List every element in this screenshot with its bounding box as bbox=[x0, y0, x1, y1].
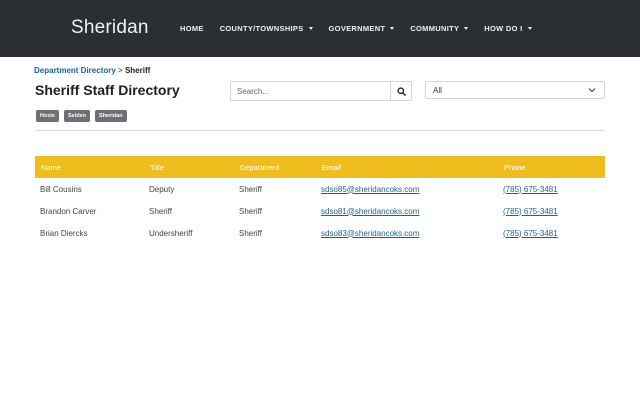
caret-down-icon bbox=[390, 27, 395, 30]
table-row: Brian Diercks Undersheriff Sheriff sdso8… bbox=[35, 222, 605, 244]
nav-item-label: COMMUNITY bbox=[410, 24, 460, 33]
staff-title: Deputy bbox=[149, 184, 175, 194]
staff-department: Sheriff bbox=[239, 184, 262, 194]
nav-item-how-do-i[interactable]: HOW DO I bbox=[484, 24, 532, 33]
column-header-name[interactable]: Name bbox=[35, 156, 144, 178]
search-icon bbox=[396, 86, 406, 96]
filter-select[interactable]: All bbox=[425, 81, 605, 99]
staff-email-link[interactable]: sdso85@sheridancoks.com bbox=[321, 185, 419, 194]
staff-department: Sheriff bbox=[239, 206, 262, 216]
staff-name: Bill Cousins bbox=[40, 184, 82, 194]
nav-item-label: GOVERNMENT bbox=[328, 24, 386, 33]
staff-department: Sheriff bbox=[239, 228, 262, 238]
search-button[interactable] bbox=[390, 82, 411, 100]
table-row: Brandon Carver Sheriff Sheriff sdso81@sh… bbox=[35, 200, 605, 222]
column-header-email[interactable]: Email bbox=[316, 156, 498, 178]
column-header-department[interactable]: Department bbox=[234, 156, 316, 178]
nav-item-label: COUNTY/TOWNSHIPS bbox=[219, 24, 304, 33]
site-header: Sheridan HOME COUNTY/TOWNSHIPS GOVERNMEN… bbox=[0, 0, 640, 57]
staff-title: Undersheriff bbox=[149, 228, 193, 238]
table-header-row: Name Title Department Email Phone bbox=[35, 156, 605, 178]
caret-down-icon bbox=[308, 27, 313, 30]
site-logo[interactable]: Sheridan bbox=[71, 17, 149, 39]
staff-title: Sheriff bbox=[149, 206, 172, 216]
staff-name: Brandon Carver bbox=[40, 206, 97, 216]
filter-select-value: All bbox=[433, 86, 442, 95]
search-input[interactable] bbox=[231, 82, 381, 100]
nav-item-label: HOME bbox=[180, 24, 204, 33]
staff-table: Name Title Department Email Phone Bill C… bbox=[35, 156, 605, 244]
breadcrumb-separator: > bbox=[118, 66, 123, 75]
nav-item-community[interactable]: COMMUNITY bbox=[410, 24, 469, 33]
page-title: Sheriff Staff Directory bbox=[35, 82, 180, 98]
staff-phone-link[interactable]: (785) 675-3481 bbox=[503, 185, 558, 194]
caret-down-icon bbox=[527, 27, 532, 30]
nav-item-government[interactable]: GOVERNMENT bbox=[329, 24, 395, 33]
tag-sheridan[interactable]: Sheridan bbox=[95, 110, 127, 122]
breadcrumb-link-department-directory[interactable]: Department Directory bbox=[34, 66, 116, 75]
nav-item-label: HOW DO I bbox=[484, 24, 523, 33]
caret-down-icon bbox=[464, 27, 469, 30]
column-header-phone[interactable]: Phone bbox=[498, 156, 605, 178]
staff-phone-link[interactable]: (785) 675-3481 bbox=[503, 207, 558, 216]
staff-email-link[interactable]: sdso81@sheridancoks.com bbox=[321, 207, 419, 216]
nav-item-home[interactable]: HOME bbox=[180, 24, 204, 33]
staff-email-link[interactable]: sdso83@sheridancoks.com bbox=[321, 229, 419, 238]
column-header-title[interactable]: Title bbox=[144, 156, 234, 178]
nav-item-county-townships[interactable]: COUNTY/TOWNSHIPS bbox=[220, 24, 313, 33]
location-tags: Hoxie Selden Sheridan bbox=[36, 110, 132, 122]
tag-hoxie[interactable]: Hoxie bbox=[36, 110, 59, 122]
search-box bbox=[230, 81, 412, 101]
breadcrumb-current: Sheriff bbox=[124, 66, 151, 75]
divider bbox=[35, 130, 605, 131]
tag-selden[interactable]: Selden bbox=[63, 110, 91, 122]
staff-name: Brian Diercks bbox=[40, 228, 88, 238]
breadcrumb: Department Directory > Sheriff bbox=[34, 66, 150, 75]
chevron-down-icon bbox=[588, 88, 596, 93]
table-row: Bill Cousins Deputy Sheriff sdso85@sheri… bbox=[35, 178, 605, 200]
staff-phone-link[interactable]: (785) 675-3481 bbox=[503, 229, 558, 238]
main-nav: HOME COUNTY/TOWNSHIPS GOVERNMENT COMMUNI… bbox=[180, 24, 548, 33]
